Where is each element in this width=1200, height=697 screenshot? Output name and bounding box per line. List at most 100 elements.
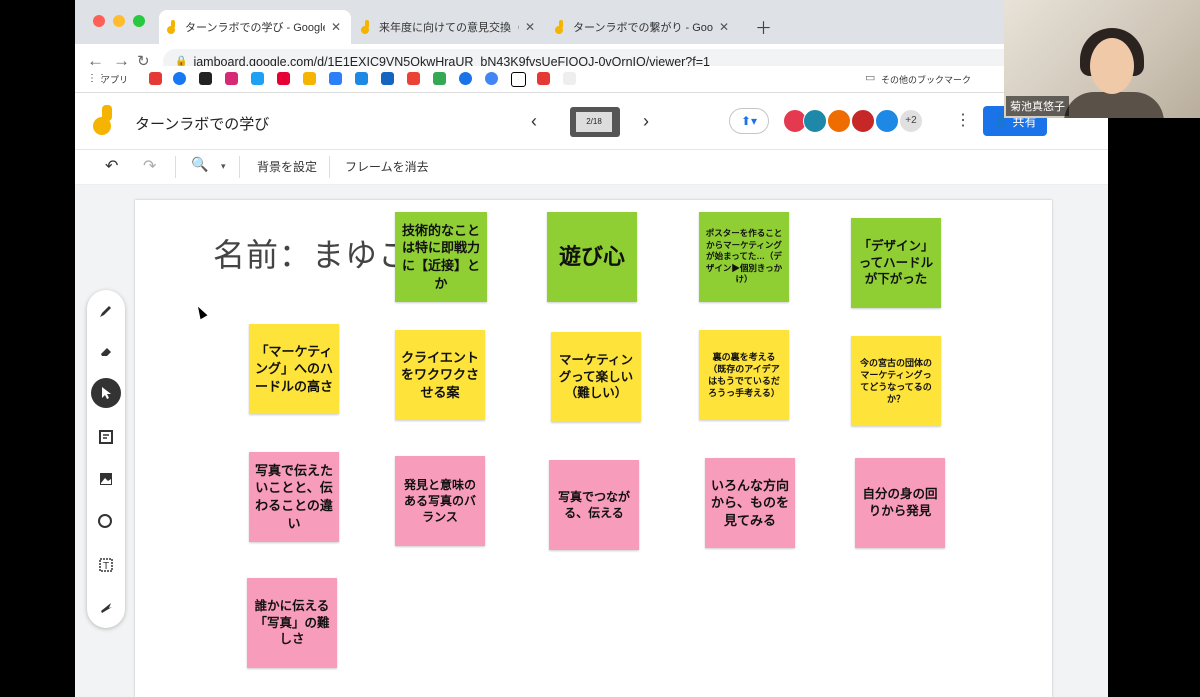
apps-bookmark-label[interactable]: アプリ — [101, 73, 128, 86]
circle-shape-icon[interactable] — [91, 506, 121, 536]
sticky-note[interactable]: ポスターを作ることからマーケティングが始まってた…（デザイン▶個別きっかけ） — [699, 212, 789, 302]
bookmark-icon[interactable] — [303, 72, 316, 85]
instagram-bookmark-icon[interactable] — [225, 72, 238, 85]
toolbar-divider — [329, 156, 330, 178]
present-button[interactable]: ⬆▾ — [729, 108, 769, 134]
sticky-note-text: 写真でつながる、伝える — [557, 489, 630, 520]
frame-indicator: 2/18 — [576, 112, 612, 132]
zoom-icon[interactable]: 🔍 — [191, 156, 208, 173]
sticky-note-text: 発見と意味のある写真のバランス — [403, 477, 476, 525]
sticky-note[interactable]: 「マーケティング」へのハードルの高さ — [249, 324, 339, 414]
next-frame-button[interactable]: › — [643, 111, 649, 132]
bookmark-icon[interactable] — [563, 72, 576, 85]
sticky-note[interactable]: 裏の裏を考える（既存のアイデアはもうでているだろうっ手考える） — [699, 330, 789, 420]
collaborator-avatar[interactable] — [851, 109, 875, 133]
board-handwritten-title: 名前：まゆこ — [213, 237, 412, 273]
close-tab-icon[interactable]: ✕ — [525, 20, 535, 34]
sticky-note-text: 遊び心 — [558, 244, 625, 270]
sticky-note-text: 自分の身の回りから発見 — [862, 487, 938, 518]
cloud-bookmark-icon[interactable] — [355, 72, 368, 85]
browser-window: ターンラボでの学び - Google Jam ✕ 来年度に向けての意見交換（20… — [75, 0, 1108, 697]
close-window-button[interactable] — [93, 15, 105, 27]
sticky-note-text: 今の宮古の団体のマーケティングってどうなってるのか？ — [859, 357, 932, 405]
toolbar-divider — [175, 156, 176, 178]
eraser-icon[interactable] — [91, 336, 121, 366]
collaborator-avatar[interactable] — [827, 109, 851, 133]
clear-frame-button[interactable]: フレームを消去 — [345, 158, 429, 175]
sticky-note[interactable]: クライエントをワクワクさせる案 — [395, 330, 485, 420]
board-frame[interactable]: 名前：まゆこ 技術的なことは特に即戦力に【近接】とか 遊び心 ポスターを作ることから… — [135, 200, 1052, 697]
text-box-icon[interactable]: T — [91, 550, 121, 580]
amazon-bookmark-icon[interactable] — [199, 72, 212, 85]
sticky-note-text: マーケティングって楽しい（難しい） — [558, 352, 634, 401]
browser-tab-1[interactable]: ターンラボでの学び - Google Jam ✕ — [159, 10, 351, 44]
bookmark-icon[interactable] — [329, 72, 342, 85]
image-icon[interactable] — [91, 464, 121, 494]
twitter-bookmark-icon[interactable] — [251, 72, 264, 85]
zoom-dropdown-icon[interactable]: ▾ — [221, 161, 226, 172]
collaborator-avatar[interactable] — [803, 109, 827, 133]
more-collaborators-badge[interactable]: +2 — [899, 109, 923, 133]
notion-bookmark-icon[interactable] — [511, 72, 526, 87]
previous-frame-button[interactable]: ‹ — [531, 111, 537, 132]
minimize-window-button[interactable] — [113, 15, 125, 27]
jamboard-header: ターンラボでの学び ‹ 2/18 › ⬆▾ +2 ⋮ 👤 共有 — [75, 93, 1108, 150]
redo-icon[interactable]: ↷ — [143, 156, 156, 176]
jam-toolbar: ↶ ↷ 🔍 ▾ 背景を設定 フレームを消去 — [75, 150, 1108, 185]
tab-strip: ターンラボでの学び - Google Jam ✕ 来年度に向けての意見交換（20… — [75, 0, 1108, 44]
jamboard-favicon-icon — [555, 20, 567, 34]
folder-icon: ▭ — [865, 72, 876, 84]
sticky-note-text: 写真で伝えたいことと、伝わることの違い — [255, 462, 334, 531]
bookmark-icon[interactable] — [537, 72, 550, 85]
sticky-note-icon[interactable] — [91, 422, 121, 452]
sticky-note-text: 技術的なことは特に即戦力に【近接】とか — [401, 222, 480, 291]
other-bookmarks-label[interactable]: その他のブックマーク — [881, 73, 971, 86]
select-icon[interactable] — [91, 378, 121, 408]
new-tab-button[interactable]: ＋ — [755, 14, 772, 39]
set-background-button[interactable]: 背景を設定 — [257, 158, 317, 175]
bookmark-icon[interactable] — [149, 72, 162, 85]
sticky-note-text: 誰かに伝える「写真」の難しさ — [254, 598, 330, 647]
bookmark-icon[interactable] — [485, 72, 498, 85]
bookmark-icon[interactable] — [381, 72, 394, 85]
sticky-note[interactable]: 誰かに伝える「写真」の難しさ — [247, 578, 337, 668]
participant-face — [1090, 38, 1134, 94]
jamboard-favicon-icon — [167, 20, 179, 34]
sticky-note[interactable]: 今の宮古の団体のマーケティングってどうなってるのか？ — [851, 336, 941, 426]
close-tab-icon[interactable]: ✕ — [331, 20, 341, 34]
sticky-note-text: クライエントをワクワクさせる案 — [401, 349, 480, 400]
sticky-note[interactable]: 写真でつながる、伝える — [549, 460, 639, 550]
webcam-overlay: 菊池真悠子 — [1004, 0, 1200, 118]
bookmark-icon[interactable] — [459, 72, 472, 85]
maps-bookmark-icon[interactable] — [433, 72, 446, 85]
sticky-note[interactable]: 発見と意味のある写真のバランス — [395, 456, 485, 546]
laser-icon[interactable] — [91, 592, 121, 622]
browser-tab-3[interactable]: ターンラボでの繋がり - Google J ✕ — [547, 10, 739, 44]
collaborator-avatar[interactable] — [875, 109, 899, 133]
frame-thumbnail[interactable]: 2/18 — [570, 107, 620, 137]
sticky-note[interactable]: マーケティングって楽しい（難しい） — [551, 332, 641, 422]
undo-icon[interactable]: ↶ — [105, 156, 118, 176]
sticky-note-text: ポスターを作ることからマーケティングが始まってた…（デザイン▶個別きっかけ） — [705, 228, 783, 285]
sticky-note[interactable]: 写真で伝えたいことと、伝わることの違い — [249, 452, 339, 542]
sticky-note[interactable]: 「デザイン」ってハードルが下がった — [851, 218, 941, 308]
sticky-note-text: 裏の裏を考える（既存のアイデアはもうでているだろうっ手考える） — [708, 351, 780, 399]
sticky-note[interactable]: 遊び心 — [547, 212, 637, 302]
sticky-note[interactable]: いろんな方向から、ものを見てみる — [705, 458, 795, 548]
pen-icon[interactable] — [91, 296, 121, 326]
yahoo-bookmark-icon[interactable] — [277, 72, 290, 85]
browser-tab-2[interactable]: 来年度に向けての意見交換（20分） ✕ — [353, 10, 545, 44]
sticky-note-text: 「デザイン」ってハードルが下がった — [858, 238, 934, 287]
jamboard-logo-icon — [93, 105, 115, 137]
sticky-note-text: いろんな方向から、ものを見てみる — [711, 477, 790, 528]
participant-name: 菊池真悠子 — [1006, 96, 1069, 116]
sticky-note[interactable]: 技術的なことは特に即戦力に【近接】とか — [395, 212, 487, 302]
sticky-note-text: 「マーケティング」へのハードルの高さ — [255, 343, 334, 394]
more-options-icon[interactable]: ⋮ — [955, 110, 971, 130]
gmail-bookmark-icon[interactable] — [407, 72, 420, 85]
facebook-bookmark-icon[interactable] — [173, 72, 186, 85]
close-tab-icon[interactable]: ✕ — [719, 20, 729, 34]
sticky-note[interactable]: 自分の身の回りから発見 — [855, 458, 945, 548]
maximize-window-button[interactable] — [133, 15, 145, 27]
jam-title[interactable]: ターンラボでの学び — [135, 113, 269, 134]
